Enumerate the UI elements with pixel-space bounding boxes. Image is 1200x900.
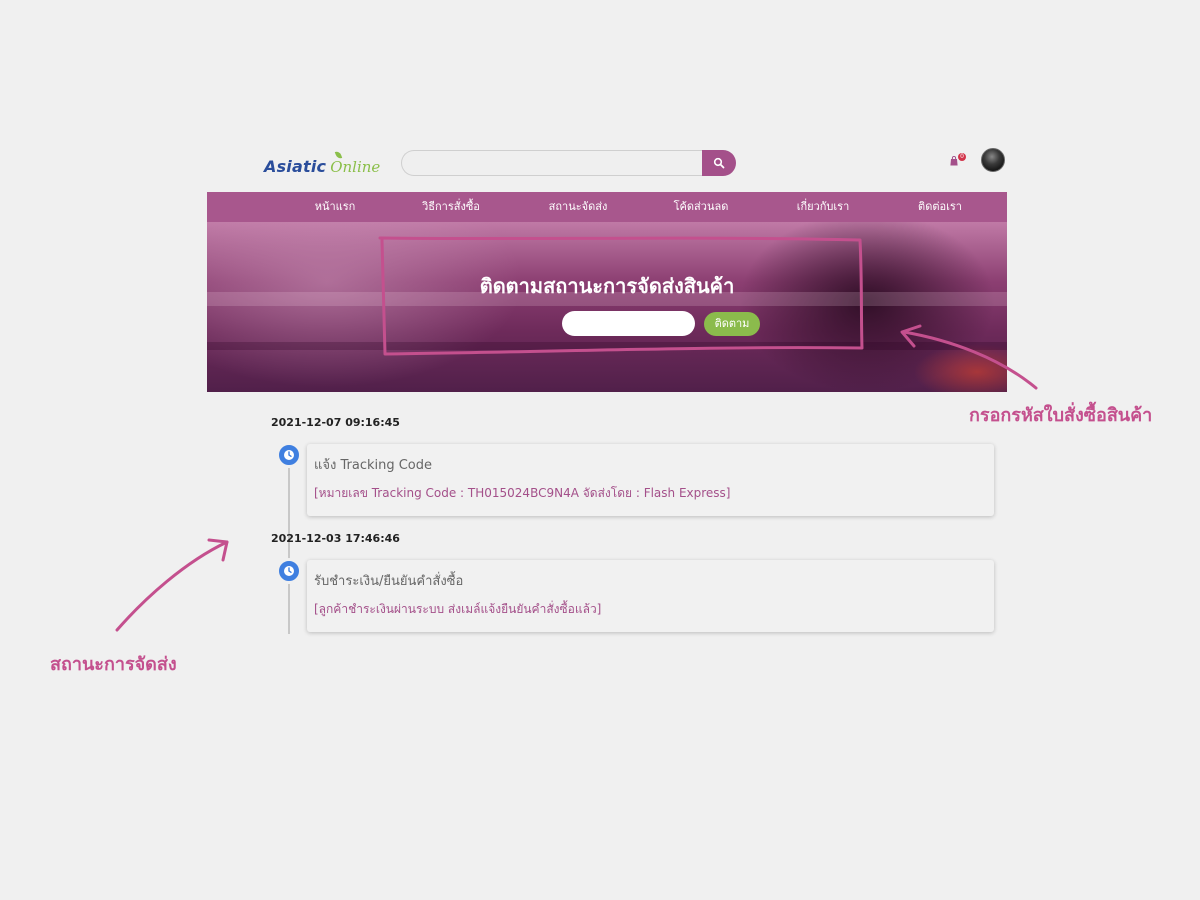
clock-icon (276, 558, 302, 584)
search-button[interactable] (702, 150, 736, 176)
cart-count-badge: 0 (958, 153, 966, 161)
search-input[interactable] (401, 150, 702, 176)
event-title: แจ้ง Tracking Code (314, 458, 433, 473)
timeline-timestamp: 2021-12-03 17:46:46 (271, 532, 400, 545)
user-avatar[interactable] (981, 148, 1005, 172)
timeline-event-card: แจ้ง Tracking Code [หมายเลข Tracking Cod… (307, 444, 994, 516)
annotation-label-shipping-status: สถานะการจัดส่ง (50, 654, 177, 675)
clock-icon (276, 442, 302, 468)
main-nav: หน้าแรก วิธีการสั่งซื้อ สถานะจัดส่ง โค้ด… (207, 192, 1007, 222)
arrow-annotation-right (900, 324, 1038, 390)
highlight-box-annotation (378, 236, 864, 356)
arrow-annotation-left (115, 538, 229, 632)
nav-item-home[interactable]: หน้าแรก (315, 192, 356, 222)
site-logo[interactable]: Asiatic Online (264, 142, 380, 176)
event-detail: [หมายเลข Tracking Code : TH015024BC9N4A … (314, 486, 731, 500)
timeline-timestamp: 2021-12-07 09:16:45 (271, 416, 400, 429)
nav-item-discount-code[interactable]: โค้ดส่วนลด (674, 192, 729, 222)
event-title: รับชำระเงิน/ยืนยันคำสั่งซื้อ (314, 574, 464, 589)
nav-item-shipping-status[interactable]: สถานะจัดส่ง (549, 192, 608, 222)
timeline-event-card: รับชำระเงิน/ยืนยันคำสั่งซื้อ [ลูกค้าชำระ… (307, 560, 994, 632)
nav-item-about-us[interactable]: เกี่ยวกับเรา (797, 192, 850, 222)
logo-text-asiatic: Asiatic (264, 157, 327, 176)
event-detail: [ลูกค้าชำระเงินผ่านระบบ ส่งเมล์แจ้งยืนยั… (314, 602, 602, 616)
logo-text-online: Online (330, 150, 380, 176)
annotation-label-order-code: กรอกรหัสใบสั่งซื้อสินค้า (969, 405, 1153, 426)
cart-button[interactable]: 0 (949, 153, 969, 167)
nav-item-how-to-order[interactable]: วิธีการสั่งซื้อ (422, 192, 480, 222)
nav-item-contact-us[interactable]: ติดต่อเรา (918, 192, 962, 222)
search-icon (713, 157, 725, 169)
header-search (401, 150, 736, 176)
